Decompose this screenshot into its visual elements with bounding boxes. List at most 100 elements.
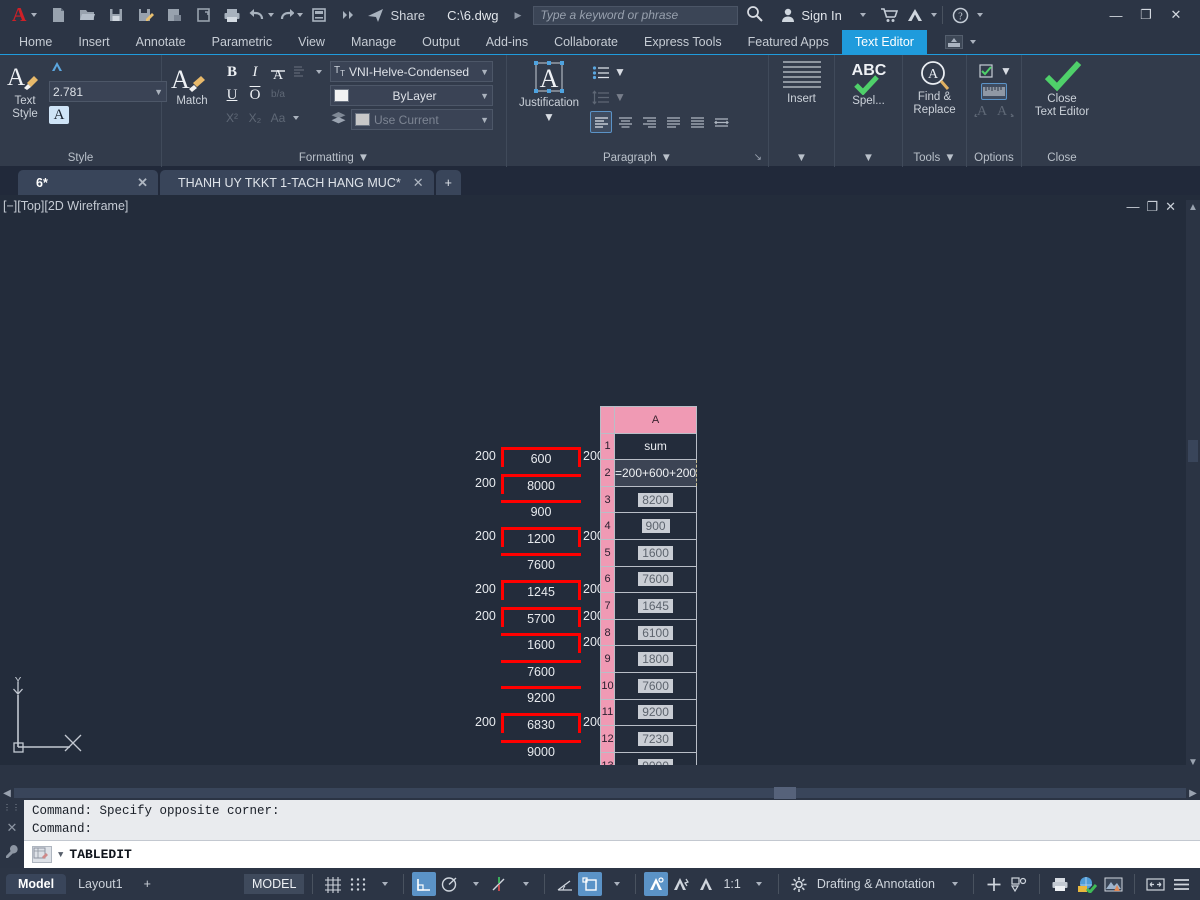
italic-button[interactable]: I (244, 61, 266, 83)
horizontal-scrollbar[interactable]: ◀ ▶ (0, 786, 1200, 800)
autocad-logo-icon[interactable]: A (6, 5, 28, 25)
object-snap-icon[interactable] (487, 872, 511, 896)
polar-dropdown-icon[interactable] (462, 872, 486, 896)
dimension-text-left[interactable]: 200 (475, 582, 496, 596)
align-distributed-button[interactable] (686, 111, 708, 133)
doc-tab-thanh-uy-close-icon[interactable]: ✕ (413, 175, 424, 191)
save-icon[interactable] (103, 3, 129, 27)
table-row[interactable]: 6 7600 (600, 565, 698, 594)
customization-plus-icon[interactable] (982, 872, 1006, 896)
text-style-button[interactable]: A Text Style (5, 59, 45, 121)
tab-manage[interactable]: Manage (338, 30, 409, 54)
close-button[interactable]: ✕ (1162, 2, 1190, 28)
dimension-text-value[interactable]: 5700 (501, 612, 581, 626)
table-row-number[interactable]: 6 (600, 565, 615, 594)
dimension-line[interactable] (501, 500, 581, 504)
overline-button[interactable]: O (244, 84, 266, 106)
bullets-dropdown-icon[interactable]: ▼ (614, 65, 626, 79)
scroll-right-icon[interactable]: ▶ (1186, 788, 1200, 799)
save-as-icon[interactable] (132, 3, 158, 27)
ortho-mode-icon[interactable] (412, 872, 437, 896)
strikethrough-button[interactable]: A (267, 61, 289, 83)
dimension-text-value[interactable]: 7600 (501, 558, 581, 572)
justification-button[interactable]: A Justification ▼ (512, 59, 586, 124)
table-row-number[interactable]: 5 (600, 538, 615, 567)
tab-featured-apps[interactable]: Featured Apps (735, 30, 842, 54)
tab-collaborate[interactable]: Collaborate (541, 30, 631, 54)
workspace-dropdown-icon[interactable] (941, 872, 965, 896)
paragraph-expand-icon[interactable]: ▼ (661, 152, 672, 164)
table-row-number[interactable]: 7 (600, 592, 615, 620)
font-combo[interactable]: TT VNI-Helve-Condensed ▼ (330, 61, 493, 82)
dimension-line[interactable] (501, 606, 581, 610)
table-row[interactable]: 5 1600 (600, 538, 698, 567)
plot-preview-icon[interactable] (190, 3, 216, 27)
viewport-close-icon[interactable]: ✕ (1165, 199, 1176, 215)
dimension-text-left[interactable]: 200 (475, 609, 496, 623)
superscript-button[interactable]: X² (221, 107, 243, 129)
dimension-text-left[interactable]: 200 (475, 715, 496, 729)
dimension-text-value[interactable]: 9200 (501, 691, 581, 705)
vertical-scroll-thumb[interactable] (1188, 440, 1198, 462)
isolate-objects-icon[interactable] (1007, 872, 1031, 896)
match-properties-button[interactable]: A Match (167, 59, 217, 108)
bold-button[interactable]: B (221, 61, 243, 83)
doc-tab-thanh-uy[interactable]: THANH UY TKKT 1-TACH HANG MUC* ✕ (160, 170, 434, 195)
scale-dropdown-icon[interactable] (746, 872, 770, 896)
close-text-editor-button[interactable]: Close Text Editor (1027, 59, 1097, 119)
subscript-button[interactable]: X₂ (244, 107, 266, 129)
table-row-number[interactable]: 11 (600, 698, 615, 727)
dimension-line[interactable] (501, 526, 581, 530)
command-line-grip[interactable]: ⋮⋮ ✕ (0, 800, 24, 868)
autoscale-icon[interactable] (669, 872, 693, 896)
formatting-expand-icon[interactable]: ▼ (358, 152, 369, 164)
viewport-controls-label[interactable]: [−][Top][2D Wireframe] (3, 199, 128, 213)
table-row-number[interactable]: 12 (600, 725, 615, 753)
tab-home[interactable]: Home (6, 30, 65, 54)
annotation-monitor-icon[interactable] (694, 872, 718, 896)
ribbon-options-dropdown-icon[interactable] (969, 40, 976, 44)
tab-view[interactable]: View (285, 30, 338, 54)
panel-title-insert[interactable]: ▼ (769, 148, 834, 167)
paragraph-format-button[interactable] (290, 61, 312, 83)
table-row-number[interactable]: 8 (600, 618, 615, 647)
tab-express-tools[interactable]: Express Tools (631, 30, 735, 54)
drag-handle-icon[interactable]: ⋮⋮ (3, 803, 21, 812)
model-space-toggle[interactable]: MODEL (244, 874, 305, 894)
add-layout-button[interactable]: + (135, 874, 160, 894)
dimension-line[interactable] (501, 713, 581, 716)
undo-dropdown-icon[interactable] (268, 13, 275, 17)
command-prompt-icon[interactable] (32, 846, 52, 863)
bullets-numbering-button[interactable] (590, 61, 612, 83)
tab-annotate[interactable]: Annotate (123, 30, 199, 54)
table-cell-a[interactable]: 8200 (613, 485, 698, 514)
open-icon[interactable] (74, 3, 100, 27)
editor-settings-dropdown-icon[interactable]: ▼ (1000, 64, 1012, 78)
file-dropdown-icon[interactable]: ▶ (514, 10, 521, 21)
apps-dropdown-icon[interactable] (930, 13, 937, 17)
snap-mode-icon[interactable] (346, 872, 370, 896)
cart-icon[interactable] (876, 3, 902, 27)
redo-icon[interactable] (277, 3, 304, 27)
table-row-number[interactable]: 13 (600, 751, 615, 765)
dimension-line[interactable] (501, 553, 581, 557)
scroll-down-icon[interactable]: ▼ (1186, 757, 1200, 768)
command-dropdown-icon[interactable]: ▼ (58, 850, 63, 860)
paragraph-dialog-launcher-icon[interactable]: ↘ (754, 152, 762, 163)
table-row[interactable]: 8 6100 (600, 618, 698, 647)
table-row[interactable]: 1 sum (600, 432, 698, 461)
command-input[interactable]: ▼ TABLEDIT (24, 840, 1200, 868)
table-corner-cell[interactable] (600, 406, 615, 434)
annotation-dropdown-icon[interactable] (603, 872, 627, 896)
table-cell-a[interactable]: 9000 (613, 751, 698, 765)
table-cell-a[interactable]: 1600 (613, 538, 698, 567)
font-chevron-down-icon[interactable]: ▼ (480, 67, 489, 77)
text-color-combo[interactable]: ByLayer ▼ (330, 85, 493, 106)
model-tab[interactable]: Model (6, 874, 67, 894)
spellcheck-dropdown-icon[interactable]: ▼ (863, 152, 874, 164)
dimension-line[interactable] (501, 686, 581, 690)
table-row[interactable]: 7 1645 (600, 592, 698, 620)
text-mask-button[interactable]: A (49, 106, 69, 124)
autodesk-apps-icon[interactable] (902, 3, 928, 27)
underline-button[interactable]: U (221, 84, 243, 106)
